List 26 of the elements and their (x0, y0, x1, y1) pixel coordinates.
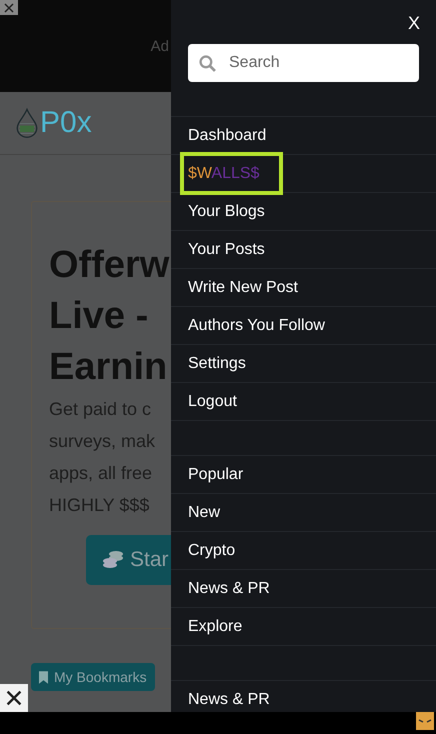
menu-item[interactable]: New (188, 502, 220, 523)
close-icon (6, 690, 22, 706)
search-icon (199, 55, 216, 72)
menu-item[interactable]: Settings (188, 353, 246, 374)
close-icon (4, 2, 14, 12)
close-button[interactable]: X (408, 14, 420, 30)
card-title-line: Live - (49, 294, 150, 339)
menu-item[interactable]: Explore (188, 616, 242, 637)
menu-item[interactable]: Popular (188, 464, 244, 485)
card-title-line: Earnin (49, 345, 168, 390)
bookmark-icon (39, 670, 48, 684)
menu-item[interactable]: Your Blogs (188, 201, 265, 222)
menu-item[interactable]: News & PR (188, 578, 270, 599)
menu-item[interactable]: Logout (188, 391, 237, 412)
menu-item[interactable]: Write New Post (188, 277, 298, 298)
search-field[interactable]: Search (188, 44, 419, 82)
card-title-line: Offerw (49, 243, 170, 288)
coins-icon (102, 550, 124, 570)
menu-item[interactable]: Dashboard (188, 125, 266, 146)
emoji-icon (416, 712, 434, 730)
menu-item[interactable]: Your Posts (188, 239, 265, 260)
menu-item[interactable]: Crypto (188, 540, 236, 561)
menu-item[interactable]: News & PR (188, 689, 270, 710)
ad-label: Ad (150, 38, 169, 54)
menu-item[interactable]: Authors You Follow (188, 315, 325, 336)
close-ad-button[interactable] (0, 684, 28, 712)
